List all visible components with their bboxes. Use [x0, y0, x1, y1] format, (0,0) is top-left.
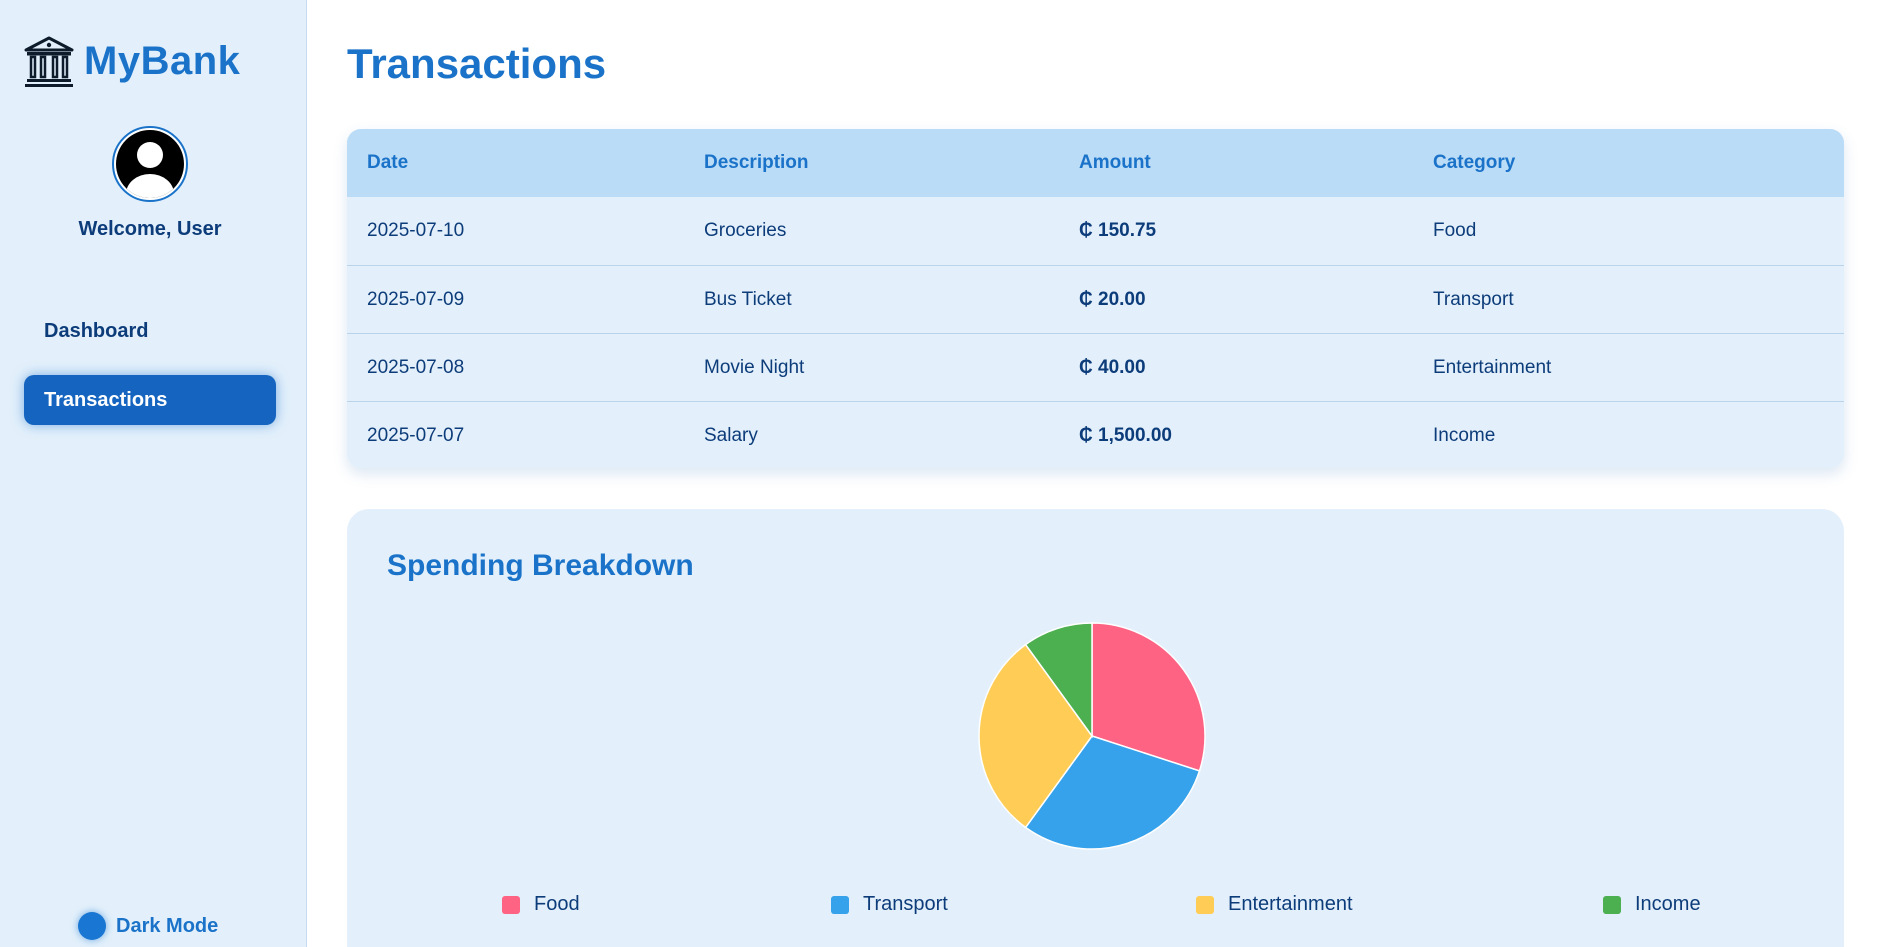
nav-transactions[interactable]: Transactions — [24, 375, 276, 425]
cell-category: Food — [1433, 220, 1477, 241]
table-row[interactable]: 2025-07-07 Salary ₵ 1,500.00 Income — [347, 401, 1844, 468]
legend-label-food: Food — [534, 893, 580, 915]
transactions-table: Date Description Amount Category 2025-07… — [347, 129, 1844, 468]
legend-swatch-food — [502, 895, 520, 914]
table-row[interactable]: 2025-07-08 Movie Night ₵ 40.00 Entertain… — [347, 333, 1844, 401]
legend-label-income: Income — [1635, 893, 1701, 915]
pie-chart[interactable] — [977, 621, 1207, 851]
main-content: Transactions Date Description Amount Cat… — [307, 0, 1883, 947]
cell-category: Transport — [1433, 288, 1514, 310]
legend-item-transport[interactable]: Transport — [831, 893, 948, 916]
cell-description: Bus Ticket — [704, 288, 792, 310]
table-row[interactable]: 2025-07-10 Groceries ₵ 150.75 Food — [347, 197, 1844, 265]
dark-mode-toggle[interactable]: Dark Mode — [78, 912, 218, 940]
legend-swatch-transport — [831, 895, 849, 914]
header-description[interactable]: Description — [704, 152, 1079, 174]
legend-label-transport: Transport — [863, 893, 948, 915]
header-amount[interactable]: Amount — [1079, 152, 1433, 174]
cell-category: Entertainment — [1433, 356, 1552, 378]
dark-mode-label: Dark Mode — [116, 914, 219, 937]
legend-item-entertainment[interactable]: Entertainment — [1196, 893, 1353, 916]
header-category[interactable]: Category — [1433, 152, 1844, 174]
cell-date: 2025-07-10 — [367, 220, 465, 241]
welcome-text: Welcome, User — [78, 218, 222, 240]
toggle-dot-icon[interactable] — [78, 912, 106, 940]
legend-swatch-income — [1603, 895, 1621, 914]
cell-date: 2025-07-09 — [367, 288, 465, 310]
legend-item-income[interactable]: Income — [1603, 893, 1701, 916]
cell-amount: ₵ 40.00 — [1079, 356, 1146, 378]
bank-icon — [24, 36, 74, 87]
table-row[interactable]: 2025-07-09 Bus Ticket ₵ 20.00 Transport — [347, 265, 1844, 333]
legend-swatch-entertainment — [1196, 895, 1214, 914]
brand-logo[interactable]: MyBank — [22, 34, 240, 88]
legend-item-food[interactable]: Food — [502, 893, 580, 916]
brand-name: MyBank — [84, 38, 241, 83]
table-body: 2025-07-10 Groceries ₵ 150.75 Food 2025-… — [347, 197, 1844, 468]
cell-amount: ₵ 20.00 — [1079, 288, 1146, 310]
cell-date: 2025-07-07 — [367, 424, 465, 446]
page-title: Transactions — [347, 40, 607, 87]
header-date[interactable]: Date — [347, 152, 704, 174]
user-avatar-icon[interactable] — [112, 126, 188, 202]
app: MyBank Welcome, User Dashboard Transacti… — [0, 0, 1883, 947]
nav-dashboard[interactable]: Dashboard — [24, 306, 276, 356]
cell-description: Groceries — [704, 220, 787, 241]
cell-amount: ₵ 1,500.00 — [1079, 424, 1172, 446]
table-header: Date Description Amount Category — [347, 129, 1844, 197]
sidebar: MyBank Welcome, User Dashboard Transacti… — [0, 0, 307, 947]
cell-date: 2025-07-08 — [367, 356, 465, 378]
chart-title: Spending Breakdown — [387, 549, 694, 582]
legend-label-entertainment: Entertainment — [1228, 893, 1353, 915]
cell-amount: ₵ 150.75 — [1079, 220, 1157, 241]
cell-category: Income — [1433, 424, 1496, 446]
cell-description: Salary — [704, 424, 758, 446]
spending-chart-card: Spending Breakdown Food Transport Entert… — [347, 509, 1844, 947]
cell-description: Movie Night — [704, 356, 805, 378]
